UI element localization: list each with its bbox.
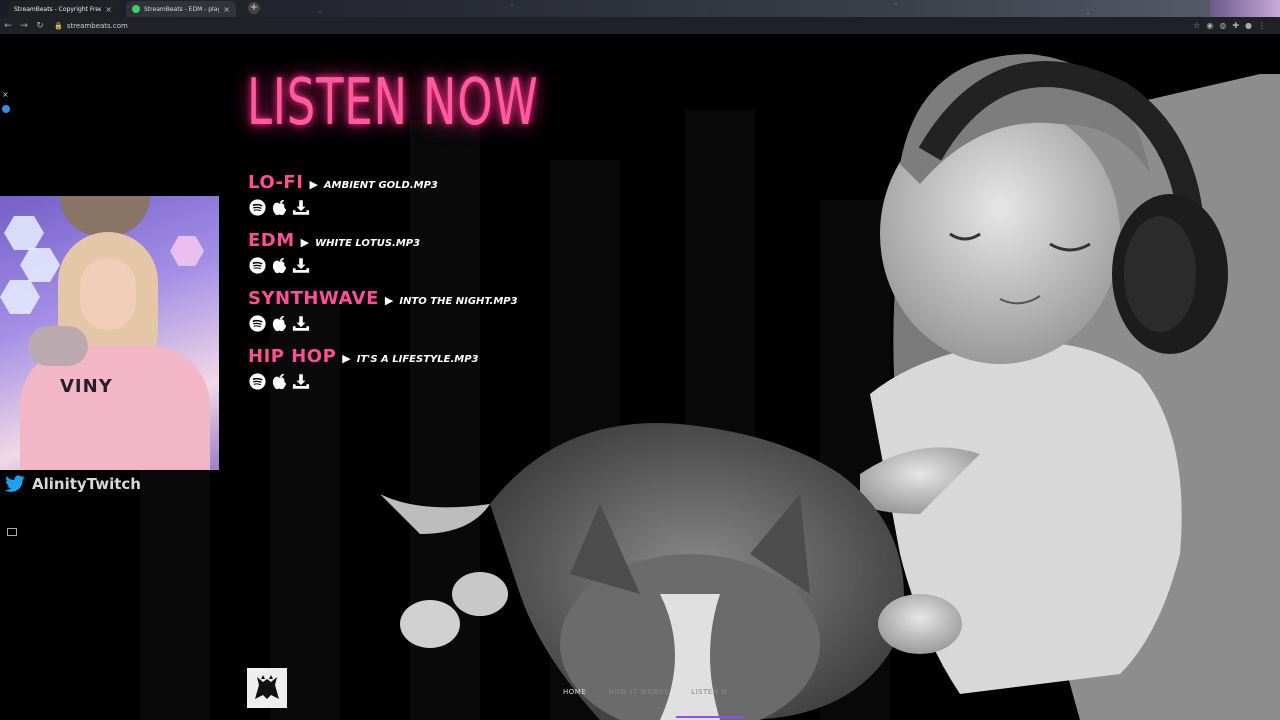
boy-foot: [452, 572, 508, 616]
url-text: streambeats.com: [66, 21, 128, 30]
forward-icon[interactable]: →: [16, 21, 32, 31]
cat-shape: [60, 196, 150, 236]
streamer-handle: AlinityTwitch: [4, 475, 141, 493]
sweater-text: VINY: [60, 376, 113, 397]
song-title[interactable]: WHITE LOTUS.MP3: [315, 238, 420, 249]
play-icon[interactable]: ▶: [309, 178, 317, 191]
spotify-icon[interactable]: [248, 198, 266, 216]
close-icon[interactable]: ×: [2, 90, 18, 99]
tab-streambeats[interactable]: StreamBeats - Copyright Free M ×: [8, 1, 118, 17]
spotify-icon[interactable]: [248, 256, 266, 274]
nav-listen-now-link[interactable]: LISTEN N: [691, 688, 727, 696]
profile-icon[interactable]: ●: [1245, 21, 1252, 30]
download-icon[interactable]: [292, 372, 310, 390]
spotify-favicon-icon: [132, 5, 140, 13]
apple-icon[interactable]: [270, 314, 288, 332]
puzzle-icon[interactable]: ✚: [1232, 21, 1239, 30]
track-list: LO-FI ▶ AMBIENT GOLD.MP3 EDM ▶ WHITE LOT…: [248, 172, 518, 404]
bookmark-star-icon[interactable]: ☆: [1193, 21, 1200, 30]
listen-now-heading: LISTEN NOW: [247, 66, 539, 140]
dog-tail: [380, 494, 490, 534]
webcam-overlay: VINY: [0, 196, 219, 470]
nav-home-link[interactable]: HOME: [563, 688, 586, 696]
track-item: LO-FI ▶ AMBIENT GOLD.MP3: [248, 172, 518, 230]
tab-edm-playlist[interactable]: StreamBeats - EDM - playlist by ×: [126, 1, 236, 17]
handle-text: AlinityTwitch: [32, 475, 141, 493]
streamer-face: [80, 258, 136, 330]
hex-light: [170, 236, 204, 266]
apple-icon[interactable]: [270, 372, 288, 390]
play-icon[interactable]: ▶: [385, 294, 393, 307]
back-icon[interactable]: ←: [0, 21, 16, 31]
spotify-icon[interactable]: [248, 314, 266, 332]
spotify-icon[interactable]: [248, 372, 266, 390]
tab-title: StreamBeats - Copyright Free M: [14, 5, 102, 13]
track-item: SYNTHWAVE ▶ INTO THE NIGHT.MP3: [248, 288, 518, 346]
track-item: HIP HOP ▶ IT'S A LIFESTYLE.MP3: [248, 346, 518, 404]
genre-label[interactable]: LO-FI: [248, 172, 303, 193]
genre-label[interactable]: SYNTHWAVE: [248, 288, 379, 309]
play-icon[interactable]: ▶: [301, 236, 309, 249]
play-icon[interactable]: ▶: [342, 352, 350, 365]
apple-icon[interactable]: [270, 198, 288, 216]
menu-icon[interactable]: ⋮: [1258, 21, 1266, 30]
headphone-cushion: [1124, 216, 1196, 332]
tab-close-icon[interactable]: ×: [223, 5, 230, 14]
reload-icon[interactable]: ↻: [32, 21, 48, 31]
nav-active-indicator: [676, 716, 744, 718]
extension-icon[interactable]: ◉: [1206, 21, 1213, 30]
apple-icon[interactable]: [270, 256, 288, 274]
nav-how-it-works-link[interactable]: HOW IT WORKS: [608, 688, 669, 696]
hex-light: [20, 248, 60, 282]
download-icon[interactable]: [292, 198, 310, 216]
info-icon[interactable]: [2, 105, 18, 115]
song-title[interactable]: INTO THE NIGHT.MP3: [399, 296, 517, 307]
song-title[interactable]: IT'S A LIFESTYLE.MP3: [357, 354, 479, 365]
download-icon[interactable]: [292, 256, 310, 274]
wolf-logo-icon: [255, 675, 279, 699]
microphone-shape: [28, 326, 88, 366]
hex-light: [4, 216, 44, 250]
genre-label[interactable]: HIP HOP: [248, 346, 336, 367]
lock-icon: 🔒: [54, 21, 63, 30]
extension-icon[interactable]: ◍: [1219, 21, 1226, 30]
tab-close-icon[interactable]: ×: [105, 5, 112, 14]
twitter-icon: [4, 475, 25, 492]
new-tab-button[interactable]: +: [248, 2, 260, 14]
side-overlay-icons: ×: [2, 90, 18, 121]
overlay-square-icon: [7, 528, 17, 536]
download-icon[interactable]: [292, 314, 310, 332]
boy-hand: [878, 594, 962, 654]
browser-tab-bar: StreamBeats - Copyright Free M × StreamB…: [0, 0, 1280, 17]
address-bar: ← → ↻ 🔒 streambeats.com ☆ ◉ ◍ ✚ ● ⋮: [0, 17, 1280, 34]
footer-nav: HOME HOW IT WORKS LISTEN N: [563, 688, 727, 696]
track-item: EDM ▶ WHITE LOTUS.MP3: [248, 230, 518, 288]
tab-title: StreamBeats - EDM - playlist by: [144, 5, 220, 13]
tabbar-thumbnail: [1210, 0, 1280, 17]
genre-label[interactable]: EDM: [248, 230, 295, 251]
streambeats-logo[interactable]: [247, 668, 287, 708]
dog-paw: [400, 600, 460, 648]
song-title[interactable]: AMBIENT GOLD.MP3: [324, 180, 438, 191]
hex-light: [0, 280, 40, 314]
browser-toolbar: ☆ ◉ ◍ ✚ ● ⋮: [1193, 21, 1280, 30]
url-field[interactable]: 🔒 streambeats.com: [54, 19, 1154, 32]
